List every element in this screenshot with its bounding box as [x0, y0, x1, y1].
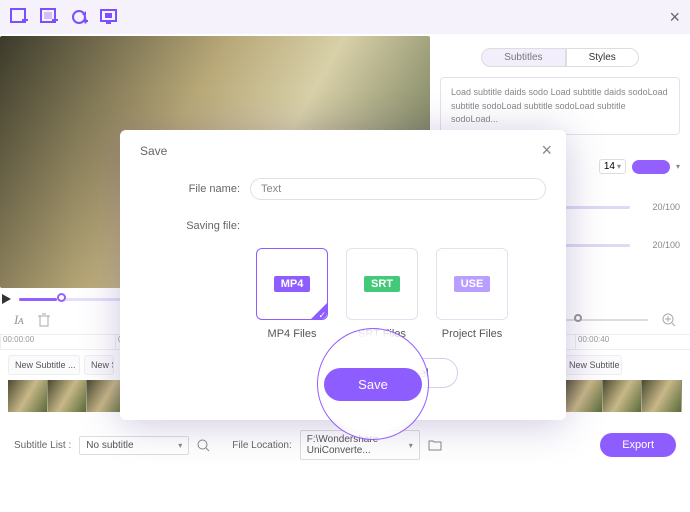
- save-highlight: Save: [317, 328, 429, 440]
- saving-file-label: Saving file:: [140, 220, 240, 232]
- filename-label: File name:: [140, 183, 240, 195]
- filetype-project[interactable]: USE Project Files: [436, 248, 508, 340]
- close-icon[interactable]: ×: [541, 140, 552, 161]
- filetype-mp4[interactable]: MP4 MP4 Files: [256, 248, 328, 340]
- filename-input[interactable]: [250, 178, 546, 200]
- modal-overlay: Save × File name: Saving file: MP4 MP4 F…: [0, 0, 690, 512]
- save-dialog: Save × File name: Saving file: MP4 MP4 F…: [120, 130, 566, 420]
- dialog-title: Save: [140, 144, 546, 158]
- save-button[interactable]: Save: [324, 368, 422, 401]
- filetype-srt[interactable]: SRT SRT Files: [346, 248, 418, 340]
